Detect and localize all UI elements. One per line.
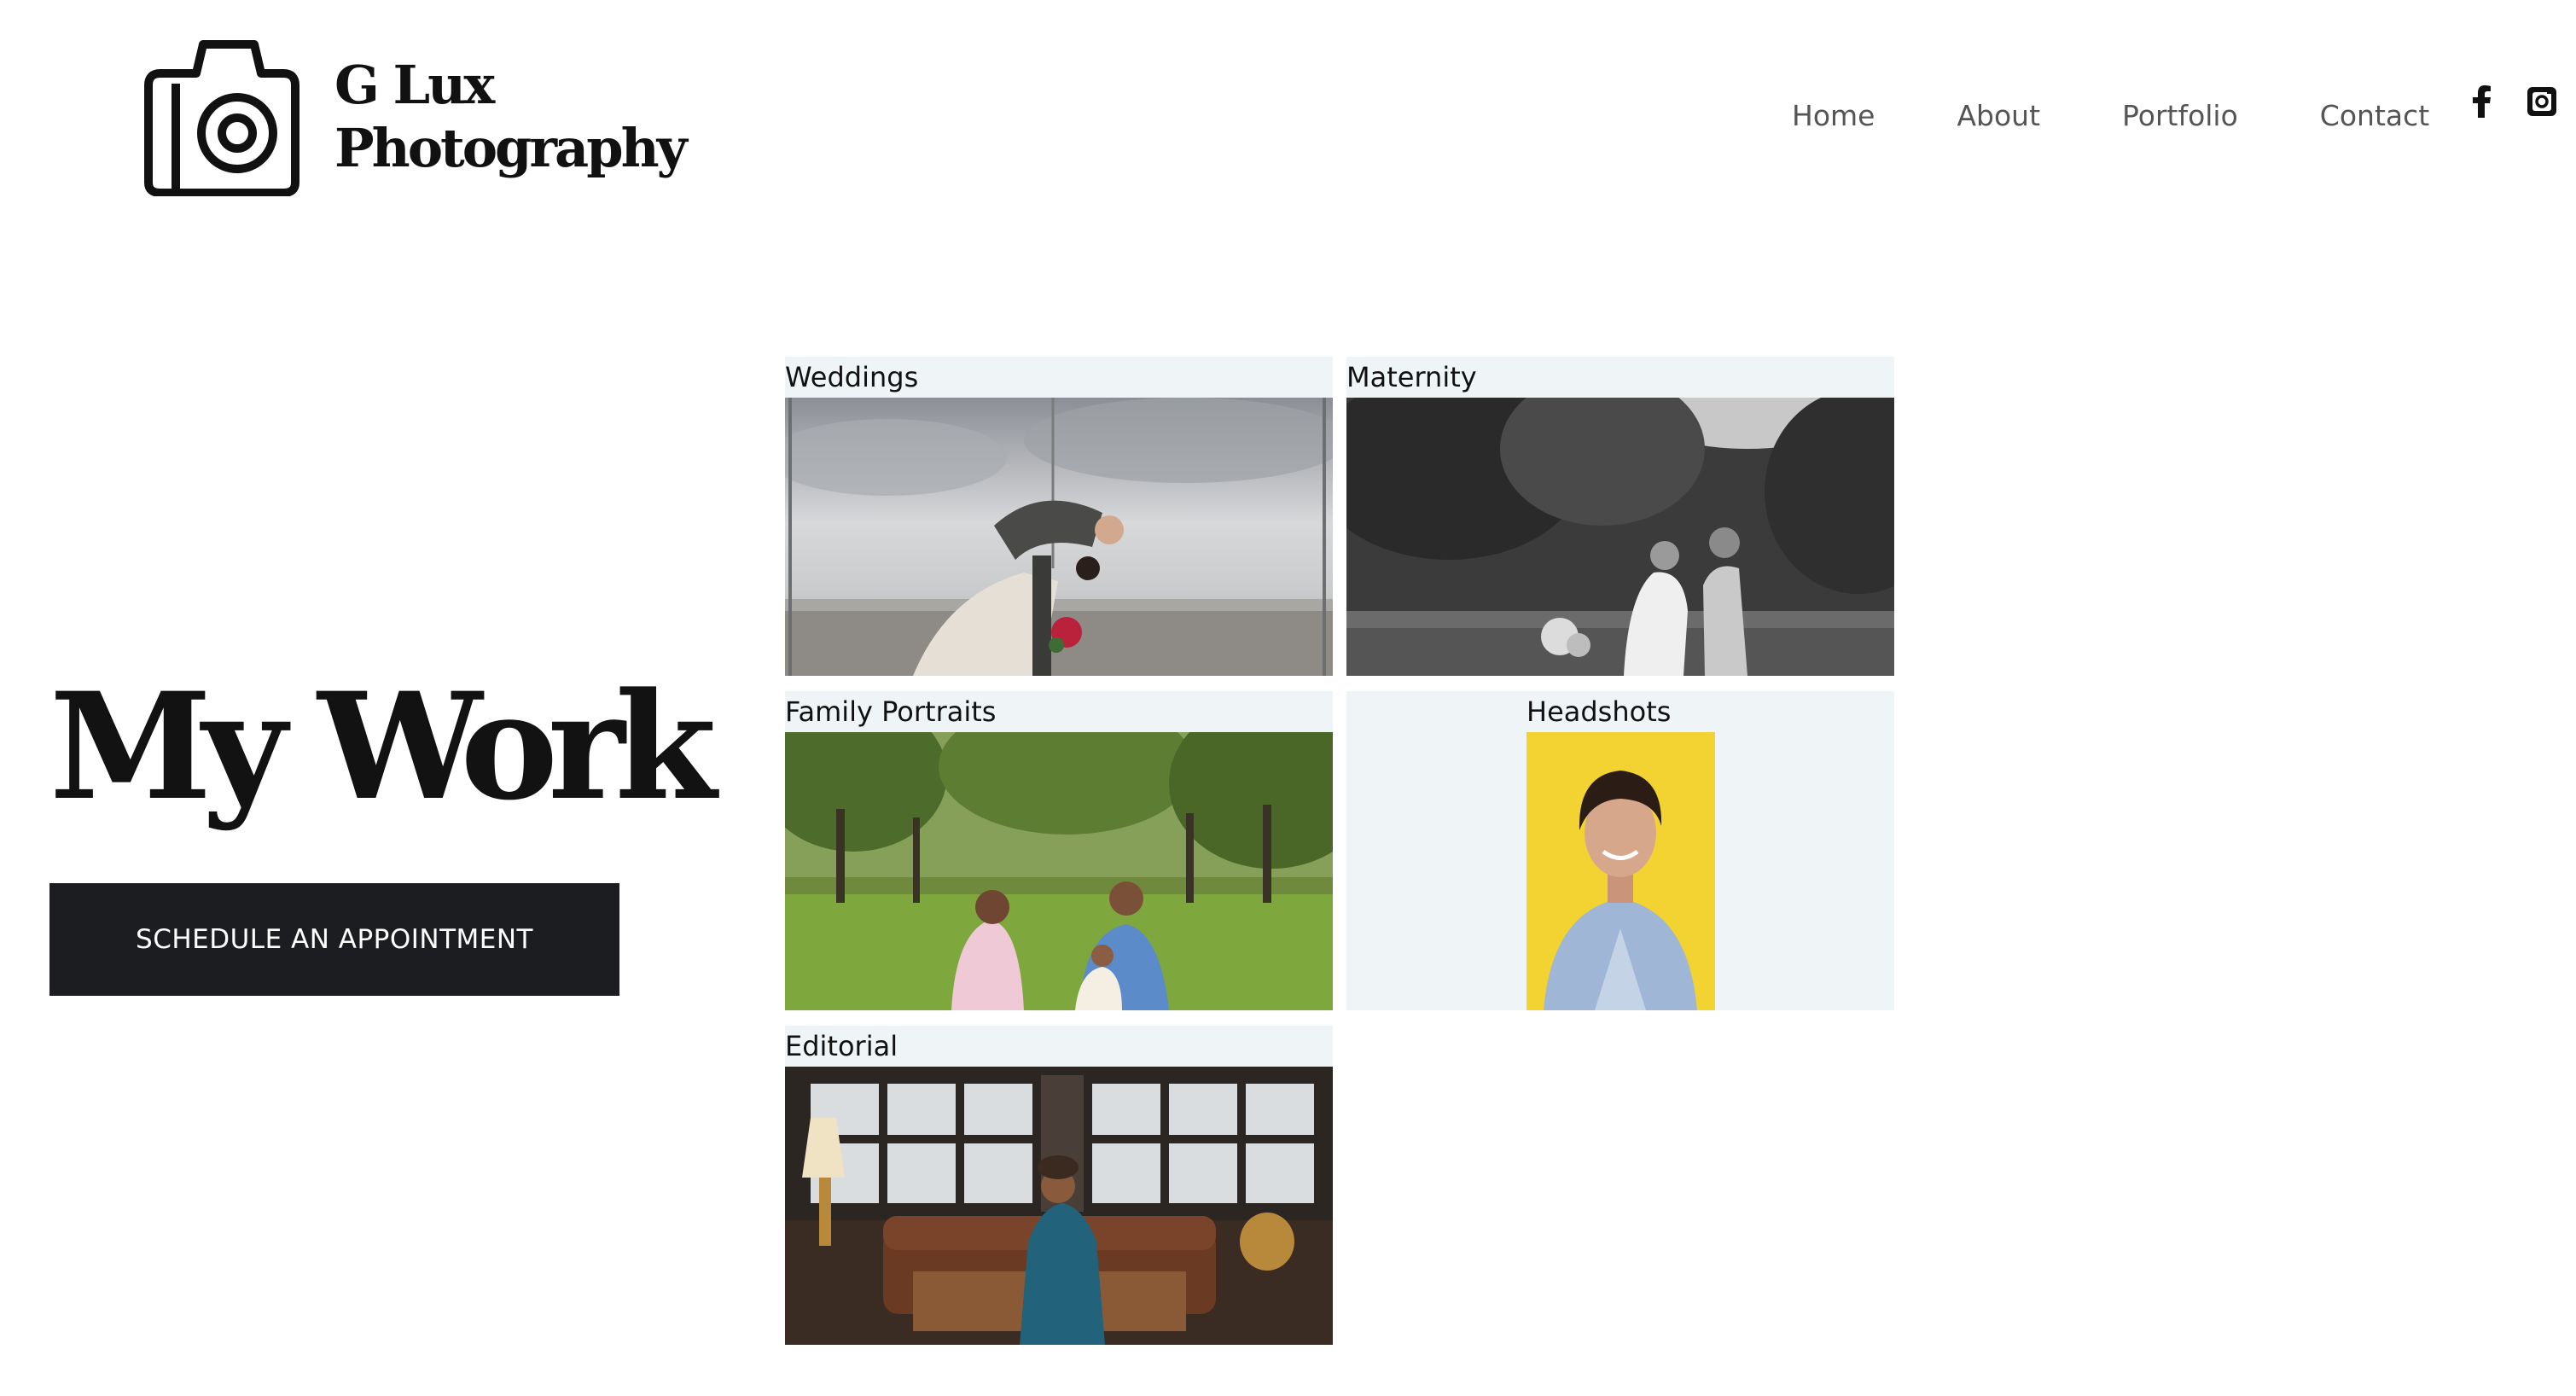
gallery-label-editorial: Editorial [785, 1030, 898, 1062]
gallery-tile-maternity[interactable]: Maternity [1346, 357, 1894, 676]
schedule-appointment-button[interactable]: SCHEDULE AN APPOINTMENT [49, 883, 619, 996]
gallery-label-maternity: Maternity [1346, 361, 1477, 393]
gallery-label-headshots: Headshots [1526, 695, 1672, 728]
main-nav: Home About Portfolio Contact [1792, 92, 2429, 140]
page-title: My Work [49, 660, 717, 833]
instagram-icon[interactable] [2526, 85, 2558, 118]
brand-name-line1: G Lux [334, 54, 495, 116]
gallery-tile-editorial[interactable]: Editorial [785, 1026, 1333, 1345]
editorial-photo [785, 1067, 1333, 1345]
nav-about[interactable]: About [1957, 92, 2040, 140]
nav-home[interactable]: Home [1792, 92, 1875, 140]
headshots-photo [1526, 732, 1715, 1010]
gallery-tile-headshots[interactable]: Headshots [1346, 691, 1894, 1010]
gallery-label-weddings: Weddings [785, 361, 919, 393]
gallery-tile-weddings[interactable]: Weddings [785, 357, 1333, 676]
maternity-photo [1346, 398, 1894, 676]
gallery-label-family-portraits: Family Portraits [785, 695, 997, 728]
camera-icon [144, 40, 299, 196]
nav-portfolio[interactable]: Portfolio [2122, 92, 2238, 140]
brand-name-line2: Photography [334, 117, 688, 179]
nav-contact[interactable]: Contact [2320, 92, 2429, 140]
logo-link[interactable]: G Lux Photography [143, 38, 688, 196]
brand-name: G Lux Photography [334, 54, 688, 180]
family-portraits-photo [785, 732, 1333, 1010]
social-links [2471, 85, 2558, 118]
weddings-photo [785, 398, 1333, 676]
facebook-icon[interactable] [2471, 85, 2492, 118]
gallery-tile-family-portraits[interactable]: Family Portraits [785, 691, 1333, 1010]
